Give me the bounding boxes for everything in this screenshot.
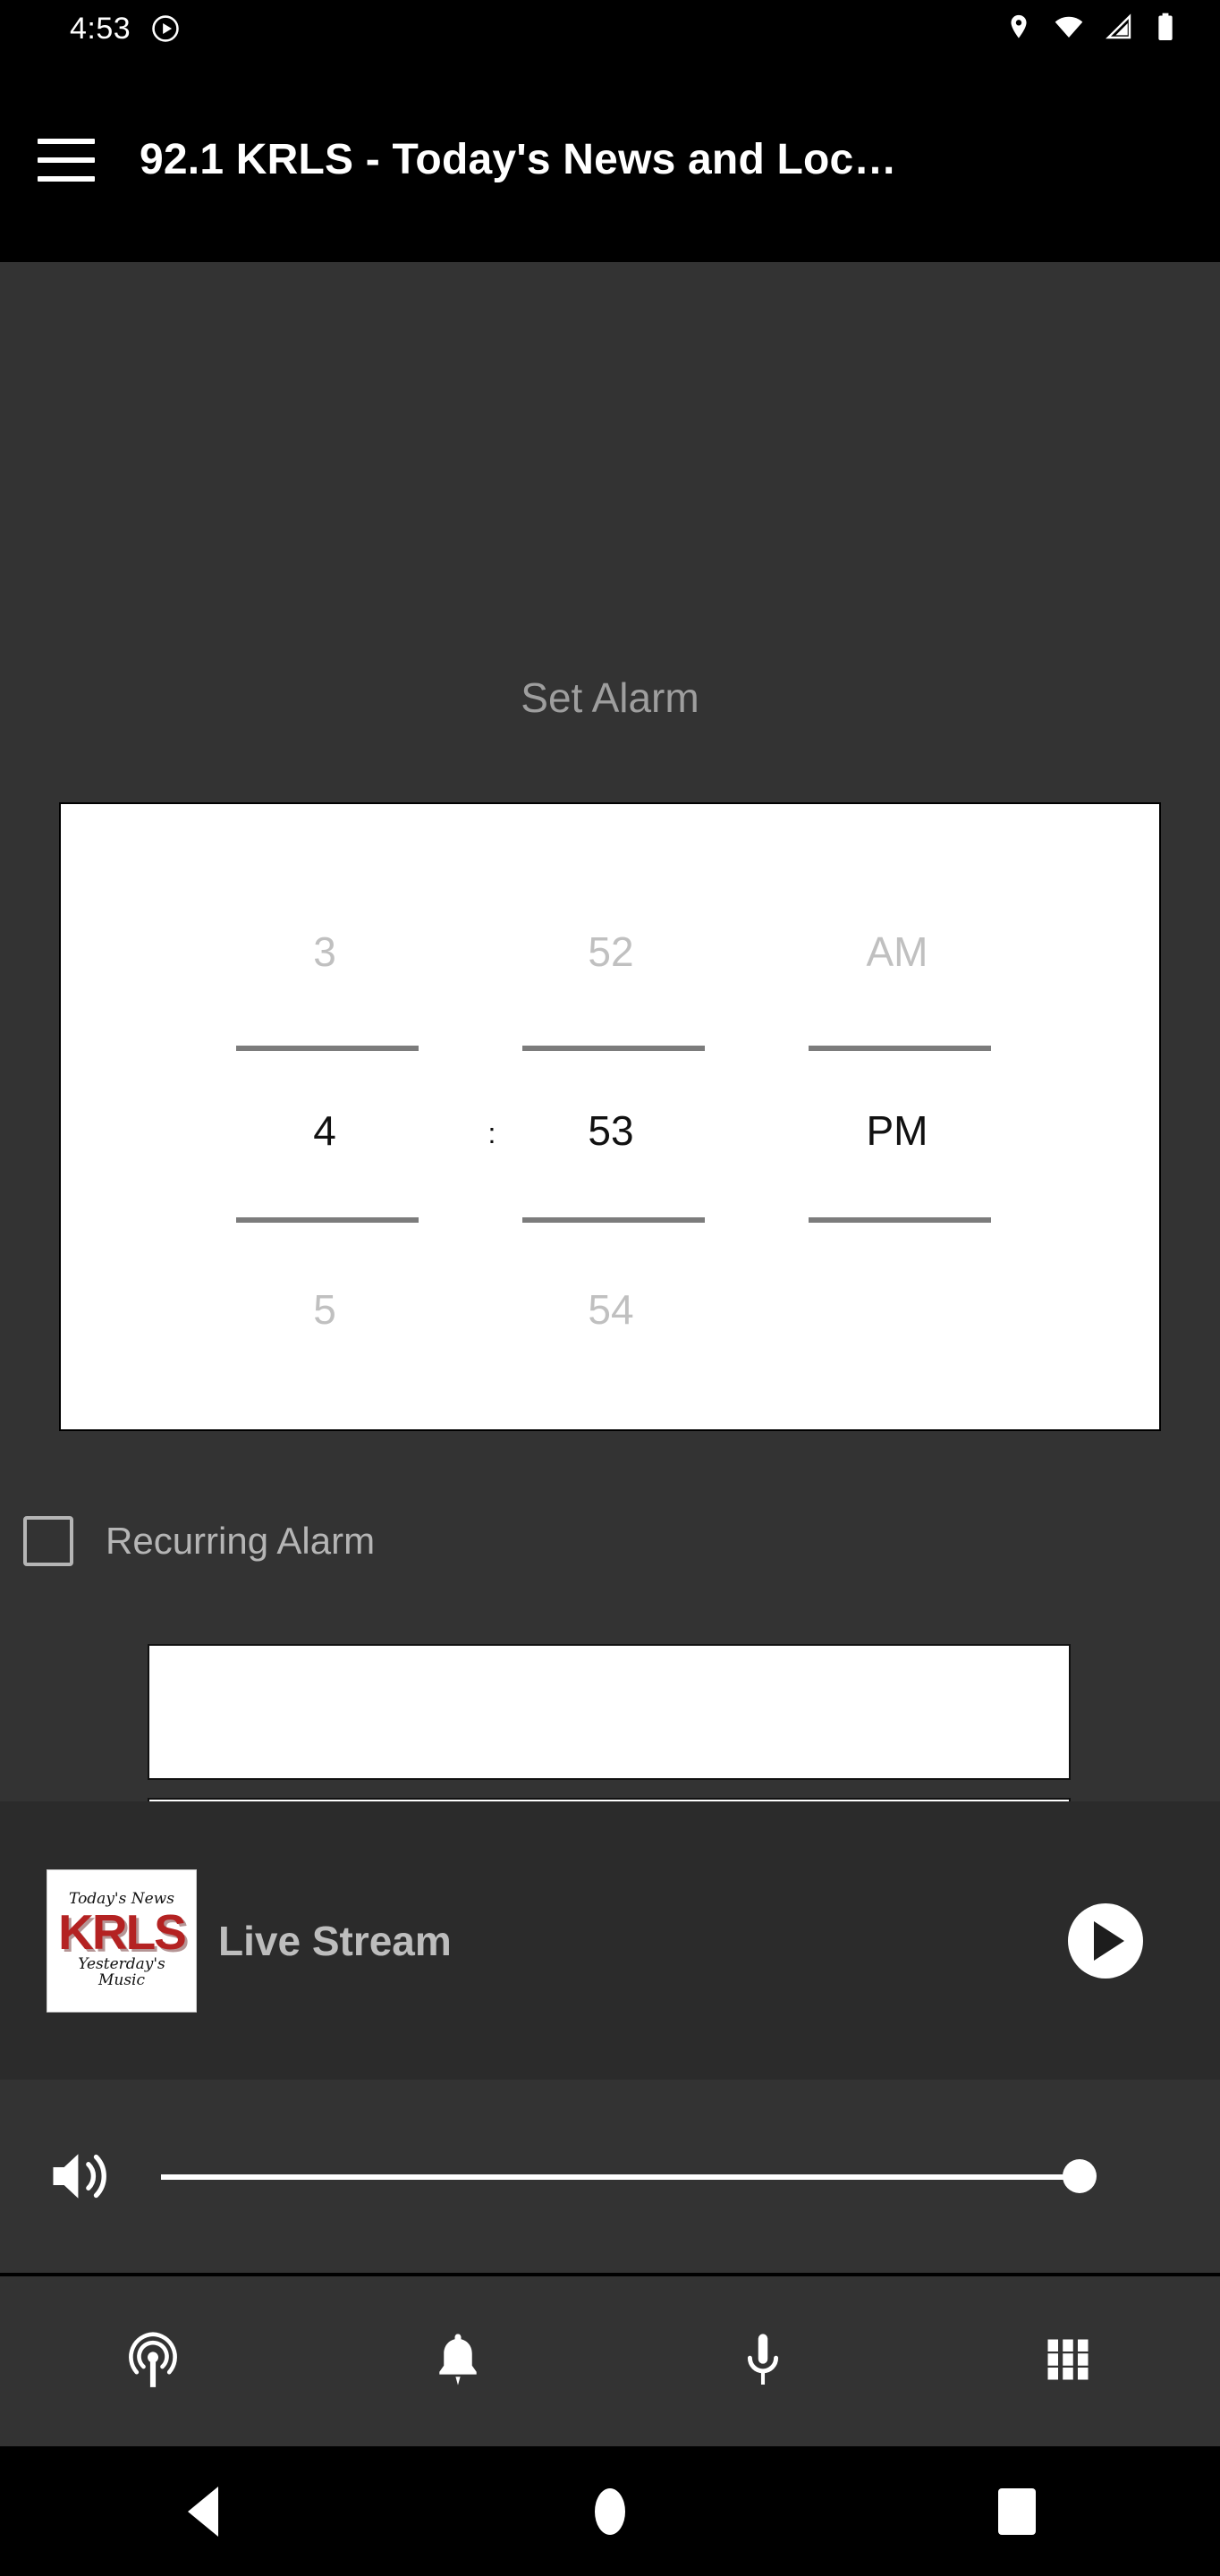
microphone-icon bbox=[732, 2328, 794, 2395]
time-picker-card[interactable]: 3 4 5 52 53 54 AM PM : bbox=[59, 802, 1161, 1431]
status-bar-clock: 4:53 bbox=[70, 11, 131, 46]
android-home-button[interactable] bbox=[407, 2487, 814, 2535]
period-selected-value[interactable]: PM bbox=[803, 1110, 991, 1151]
day-selector-panel[interactable] bbox=[148, 1644, 1071, 1780]
minute-divider-bottom bbox=[522, 1217, 705, 1223]
minute-column[interactable]: 52 53 54 bbox=[517, 804, 705, 1429]
main-content: Set Alarm 3 4 5 52 53 54 AM PM: Recurri… bbox=[0, 262, 1220, 2048]
android-back-button[interactable] bbox=[0, 2486, 407, 2537]
status-bar-icons bbox=[1004, 12, 1177, 47]
volume-row bbox=[0, 2080, 1220, 2273]
app-bar-title: 92.1 KRLS - Today's News and Loc… bbox=[140, 136, 897, 183]
hour-divider-bottom bbox=[236, 1217, 419, 1223]
minute-prev-value[interactable]: 52 bbox=[517, 931, 705, 972]
android-system-nav bbox=[0, 2446, 1220, 2576]
nav-apps[interactable] bbox=[915, 2276, 1220, 2446]
bell-icon bbox=[427, 2328, 489, 2395]
hour-divider-top bbox=[236, 1046, 419, 1051]
recents-square-icon bbox=[997, 2487, 1036, 2535]
checkbox-unchecked-icon[interactable] bbox=[23, 1516, 73, 1566]
hour-prev-value[interactable]: 3 bbox=[231, 931, 419, 972]
now-playing-title: Live Stream bbox=[218, 1917, 452, 1964]
volume-slider[interactable] bbox=[161, 2149, 1118, 2203]
wifi-icon bbox=[1054, 12, 1084, 47]
period-column[interactable]: AM PM bbox=[803, 804, 991, 1429]
play-circle-icon bbox=[150, 13, 181, 44]
recurring-alarm-label: Recurring Alarm bbox=[106, 1520, 376, 1562]
nav-alarm[interactable] bbox=[305, 2276, 610, 2446]
home-circle-icon bbox=[595, 2487, 625, 2535]
player-bar: Today's News KRLS Yesterday's Music Live… bbox=[0, 1801, 1220, 2080]
phone-screen: 4:53 92.1 KRLS - Today's News and Loc… S… bbox=[0, 0, 1220, 2576]
bottom-navigation bbox=[0, 2276, 1220, 2446]
cellular-signal-icon bbox=[1105, 13, 1133, 46]
nav-microphone[interactable] bbox=[610, 2276, 915, 2446]
hour-next-value[interactable]: 5 bbox=[231, 1289, 419, 1330]
broadcast-tower-icon bbox=[120, 2326, 186, 2397]
minute-selected-value[interactable]: 53 bbox=[517, 1110, 705, 1151]
hamburger-menu-icon[interactable] bbox=[38, 138, 95, 182]
hour-column[interactable]: 3 4 5 bbox=[231, 804, 419, 1429]
page-title: Set Alarm bbox=[521, 674, 699, 721]
volume-slider-track bbox=[161, 2174, 1091, 2180]
app-bar: 92.1 KRLS - Today's News and Loc… bbox=[0, 57, 1220, 262]
grid-apps-icon bbox=[1041, 2333, 1095, 2391]
minute-divider-top bbox=[522, 1046, 705, 1051]
play-button[interactable] bbox=[1068, 1902, 1143, 1979]
station-logo: Today's News KRLS Yesterday's Music bbox=[47, 1868, 197, 2012]
status-bar: 4:53 bbox=[0, 0, 1220, 57]
volume-slider-thumb[interactable] bbox=[1063, 2159, 1097, 2193]
recurring-alarm-row[interactable]: Recurring Alarm bbox=[0, 1505, 1220, 1577]
nav-broadcast[interactable] bbox=[0, 2276, 305, 2446]
minute-next-value[interactable]: 54 bbox=[517, 1289, 705, 1330]
period-divider-top bbox=[809, 1046, 991, 1051]
back-triangle-icon bbox=[188, 2486, 219, 2537]
volume-up-icon[interactable] bbox=[43, 2138, 120, 2215]
time-separator: : bbox=[487, 1117, 496, 1149]
period-divider-bottom bbox=[809, 1217, 991, 1223]
hour-selected-value[interactable]: 4 bbox=[231, 1110, 419, 1151]
android-recents-button[interactable] bbox=[813, 2487, 1220, 2535]
location-pin-icon bbox=[1004, 13, 1033, 46]
period-prev-value[interactable]: AM bbox=[803, 931, 991, 972]
play-icon bbox=[1094, 1920, 1124, 1961]
battery-icon bbox=[1154, 12, 1177, 47]
logo-bottom-line-2: Music bbox=[97, 1970, 146, 1989]
logo-callsign: KRLS bbox=[58, 1904, 187, 1961]
